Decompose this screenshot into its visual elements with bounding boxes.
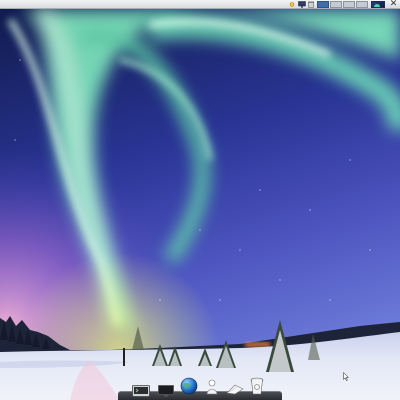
close-icon[interactable]: ✕ xyxy=(389,0,398,9)
workspace-2[interactable] xyxy=(330,1,342,8)
user-icon[interactable] xyxy=(206,379,218,395)
mouse-cursor-icon xyxy=(343,372,349,381)
weather-icon[interactable] xyxy=(288,1,296,8)
trash-icon[interactable] xyxy=(308,1,314,8)
monitor-icon[interactable] xyxy=(298,1,306,8)
mail-icon[interactable] xyxy=(226,383,244,395)
monitor-icon[interactable] xyxy=(158,385,174,397)
window-thumbnail-icon[interactable] xyxy=(371,1,385,8)
dock xyxy=(118,377,282,400)
workspace-3[interactable] xyxy=(343,1,355,8)
workspace-4[interactable] xyxy=(356,1,368,8)
trash-icon[interactable] xyxy=(250,377,264,395)
desktop xyxy=(0,0,400,400)
workspace-1[interactable] xyxy=(317,1,329,8)
terminal-icon[interactable] xyxy=(132,385,150,397)
wallpaper-image xyxy=(0,0,400,400)
top-panel: ✕ xyxy=(0,0,400,9)
globe-icon[interactable] xyxy=(180,377,198,395)
